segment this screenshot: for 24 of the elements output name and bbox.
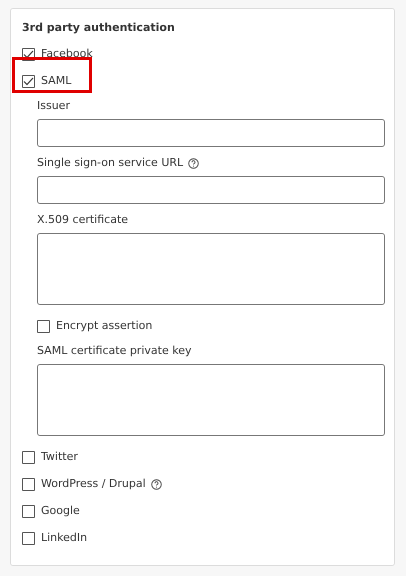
input-field[interactable] (37, 119, 385, 147)
text-area[interactable] (37, 364, 385, 436)
section-title: 3rd party authentication (22, 20, 176, 36)
checkbox-label: WordPress / Drupal (41, 476, 146, 492)
checkbox-label: SAML (41, 73, 72, 90)
checkbox[interactable] (22, 505, 35, 518)
field-label: Single sign-on service URL (37, 154, 184, 171)
checkbox[interactable] (22, 451, 35, 464)
input-field[interactable] (37, 176, 385, 204)
checkbox-label: Twitter (41, 449, 78, 466)
checkbox[interactable] (22, 478, 35, 491)
field-label: Issuer (37, 98, 70, 114)
checkbox-label: LinkedIn (41, 530, 88, 546)
checkbox[interactable] (37, 320, 50, 333)
checkbox[interactable] (22, 75, 35, 88)
checkbox-label: Facebook (41, 46, 93, 62)
checkbox[interactable] (22, 532, 35, 545)
checkbox-label: Encrypt assertion (56, 318, 152, 334)
field-label: X.509 certificate (37, 212, 128, 228)
text-area[interactable] (37, 233, 385, 305)
checkbox-label: Google (41, 503, 80, 520)
help-icon[interactable] (188, 158, 200, 168)
field-label: SAML certificate private key (37, 342, 192, 359)
help-icon[interactable] (150, 479, 162, 490)
